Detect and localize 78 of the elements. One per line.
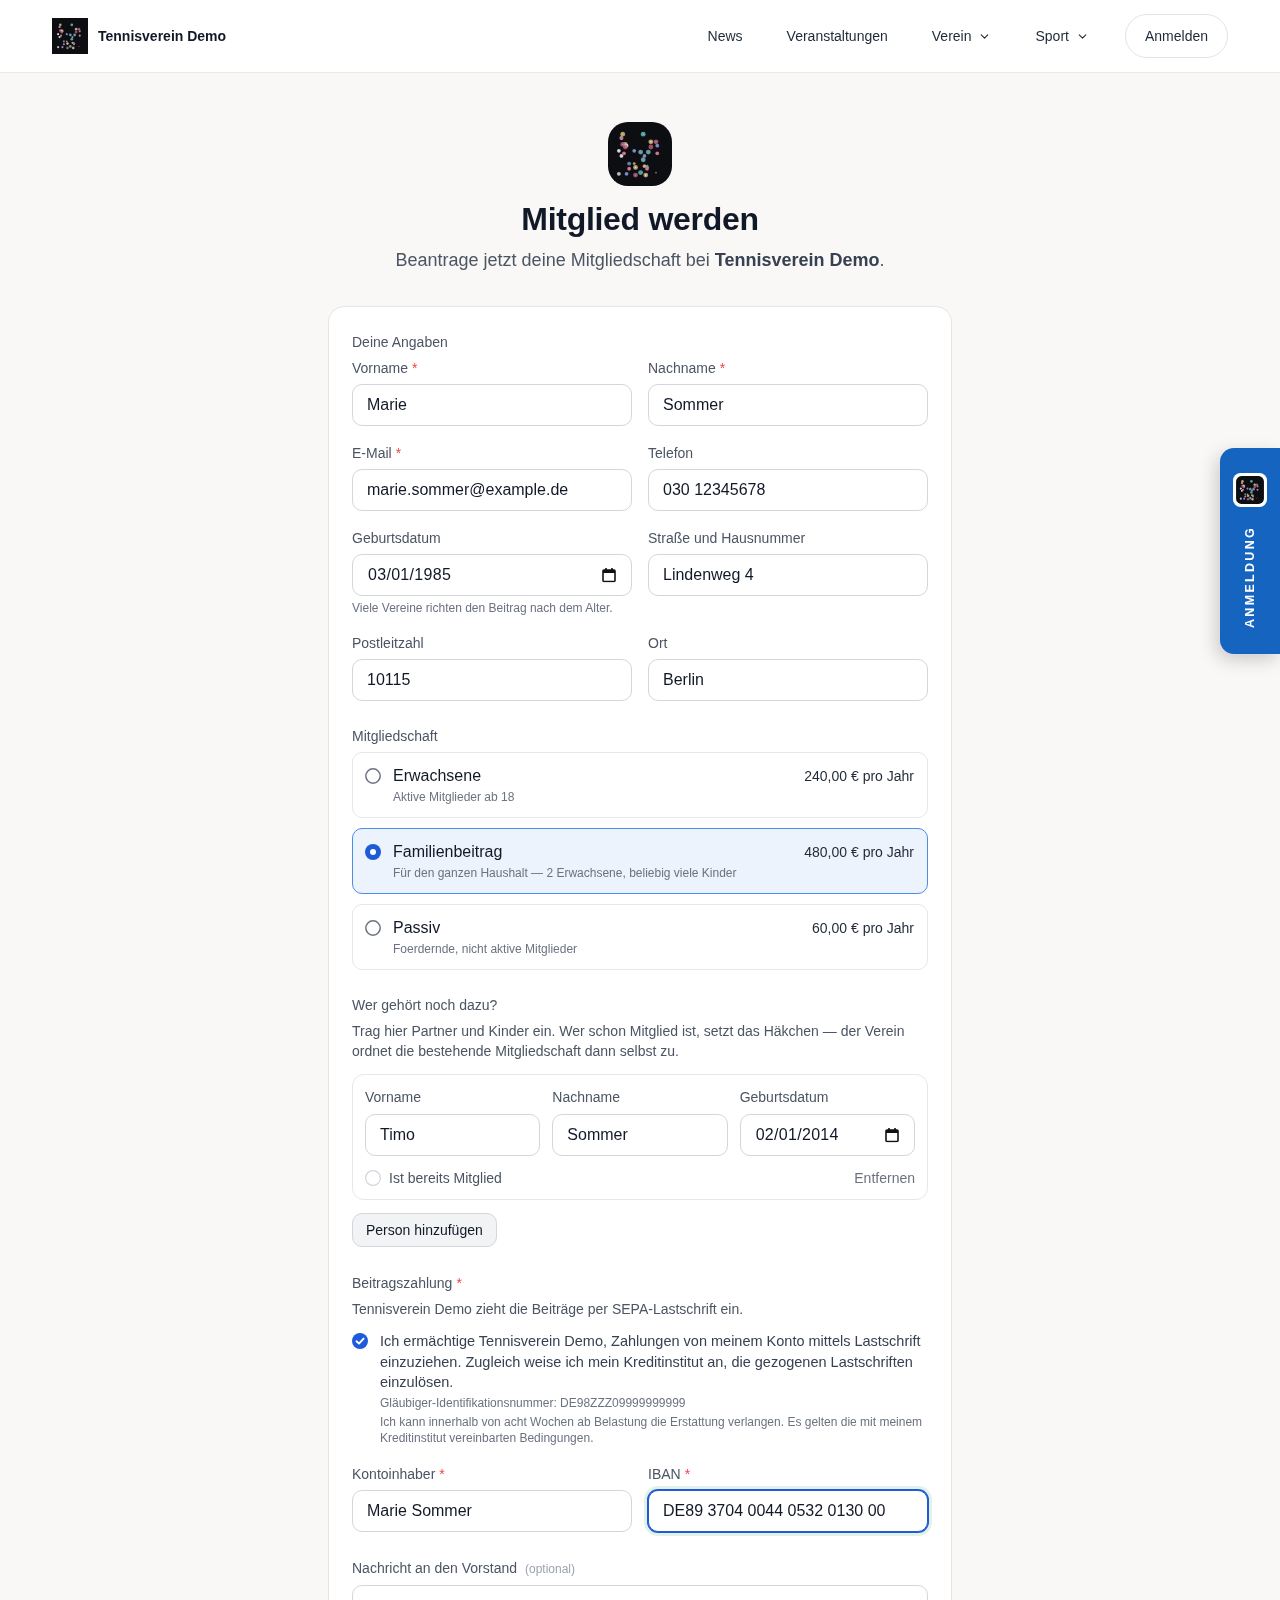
date-field[interactable]: 02/01/2014 xyxy=(739,1113,915,1156)
input-field[interactable]: Marie xyxy=(352,384,632,426)
section-heading: Deine Angaben xyxy=(352,333,448,351)
mandate-note: Ich kann innerhalb von acht Wochen ab Belastung die Erstattung verlangen. Es gelten die mit meinem Kreditinstitut vereinbarten Bedingungen. xyxy=(380,1415,924,1447)
input-field[interactable]: Timo xyxy=(365,1113,541,1156)
field-label: Nachricht an den Vorstand xyxy=(352,1559,517,1578)
checkbox-label: Ist bereits Mitglied xyxy=(389,1169,502,1186)
remove-link[interactable]: Entfernen xyxy=(854,1169,915,1186)
option-description: Für den ganzen Haushalt — 2 Erwachsene, beliebig viele Kinder xyxy=(393,865,738,881)
option-price: 480,00 € pro Jahr xyxy=(804,843,914,862)
section-heading: Beitragszahlung xyxy=(352,1273,453,1292)
logo-icon xyxy=(608,122,672,186)
option-name: Passiv xyxy=(393,918,442,938)
nav-link[interactable]: Sport xyxy=(1035,28,1089,44)
section-intro: Trag hier Partner und Kinder ein. Wer schon Mitglied ist, setzt das Häkchen — der Verein ordnet die bestehende Mitgliedschaft dann selbst zu. xyxy=(352,1022,906,1062)
input-field[interactable]: 030 12345678 xyxy=(648,469,928,511)
field-label: Telefon xyxy=(648,444,694,462)
option-description: Foerdernde, nicht aktive Mitglieder xyxy=(393,941,579,957)
membership-option[interactable]: Passiv Foerdernde, nicht aktive Mitglieder 60,00 € pro Jahr xyxy=(352,904,928,970)
registration-tab[interactable]: ANMELDUNG xyxy=(1220,448,1280,654)
add-person-button[interactable]: Person hinzufügen xyxy=(352,1212,497,1247)
optional-note: (optional) xyxy=(525,1561,576,1579)
nav-link[interactable]: News xyxy=(707,28,743,44)
checkbox[interactable] xyxy=(352,1333,368,1350)
creditor-id: Gläubiger-Identifikationsnummer: DE98ZZZ09999999999 xyxy=(380,1395,687,1412)
input-field[interactable]: 10115 xyxy=(352,659,632,701)
required-mark: * xyxy=(439,1465,445,1484)
input-field[interactable]: Sommer xyxy=(648,384,928,426)
membership-option[interactable]: Familienbeitrag Für den ganzen Haushalt — 2 Erwachsene, beliebig viele Kinder 480,00 € pro Jahr xyxy=(352,828,928,894)
required-mark: * xyxy=(412,359,418,377)
logo-icon xyxy=(52,18,88,54)
required-mark: * xyxy=(395,444,402,462)
option-description: Aktive Mitglieder ab 18 xyxy=(393,789,516,805)
field-label: Geburtsdatum xyxy=(352,529,441,547)
input-field[interactable]: marie.sommer@example.de xyxy=(352,469,632,511)
field-label: IBAN xyxy=(648,1465,681,1484)
required-mark: * xyxy=(456,1273,462,1292)
field-label: Ort xyxy=(648,634,668,652)
field-label: Postleitzahl xyxy=(352,634,424,652)
input-field[interactable]: Berlin xyxy=(648,659,928,701)
option-price: 60,00 € pro Jahr xyxy=(812,919,914,938)
page-subtitle: Beantrage jetzt deine Mitgliedschaft bei Tennisverein Demo. xyxy=(395,249,885,272)
input-field[interactable]: Sommer xyxy=(552,1113,728,1156)
field-label: Nachname xyxy=(552,1087,621,1106)
section-heading: Wer gehört noch dazu? xyxy=(352,996,498,1014)
nav-link[interactable]: Verein xyxy=(931,28,992,44)
page-title: Mitglied werden xyxy=(521,200,759,239)
radio-icon[interactable] xyxy=(365,768,381,784)
field-label: Geburtsdatum xyxy=(739,1087,829,1106)
logo-icon xyxy=(1233,473,1267,507)
field-hint: Viele Vereine richten den Beitrag nach dem Alter. xyxy=(352,600,614,616)
login-button[interactable]: Anmelden xyxy=(1124,14,1228,58)
field-label: Vorname xyxy=(352,359,409,377)
section-heading: Mitgliedschaft xyxy=(352,727,438,745)
field-label: Nachname xyxy=(648,359,716,377)
input-field[interactable]: Marie Sommer xyxy=(352,1490,632,1533)
option-name: Familienbeitrag xyxy=(393,842,504,862)
checkbox[interactable] xyxy=(365,1169,381,1186)
brand-name[interactable]: Tennisverein Demo xyxy=(98,28,227,44)
calendar-icon[interactable] xyxy=(602,567,616,583)
field-label: Straße und Hausnummer xyxy=(648,529,806,547)
required-mark: * xyxy=(684,1465,691,1484)
membership-option[interactable]: Erwachsene Aktive Mitglieder ab 18 240,00 € pro Jahr xyxy=(352,752,928,818)
option-price: 240,00 € pro Jahr xyxy=(804,767,914,786)
field-label: Kontoinhaber xyxy=(352,1465,436,1484)
option-name: Erwachsene xyxy=(393,766,483,786)
calendar-icon[interactable] xyxy=(885,1127,899,1143)
mandate-text: Ich ermächtige Tennisverein Demo, Zahlungen von meinem Konto mittels Lastschrift einzuziehen. Zugleich weise ich mein Kreditinstitut an, die gezogenen Lastschriften einzulösen. xyxy=(380,1332,922,1393)
nav-link[interactable]: Veranstaltungen xyxy=(786,28,888,44)
input-field[interactable]: Lindenweg 4 xyxy=(648,554,928,596)
required-mark: * xyxy=(719,359,726,377)
radio-icon[interactable] xyxy=(365,844,381,860)
section-intro: Tennisverein Demo zieht die Beiträge per SEPA-Lastschrift ein. xyxy=(352,1299,745,1319)
date-field[interactable]: 03/01/1985 xyxy=(352,554,632,596)
field-label: E-Mail xyxy=(352,444,392,462)
input-field[interactable]: DE89 3704 0044 0532 0130 00 xyxy=(648,1490,928,1533)
field-label: Vorname xyxy=(365,1087,422,1106)
radio-icon[interactable] xyxy=(365,920,381,936)
